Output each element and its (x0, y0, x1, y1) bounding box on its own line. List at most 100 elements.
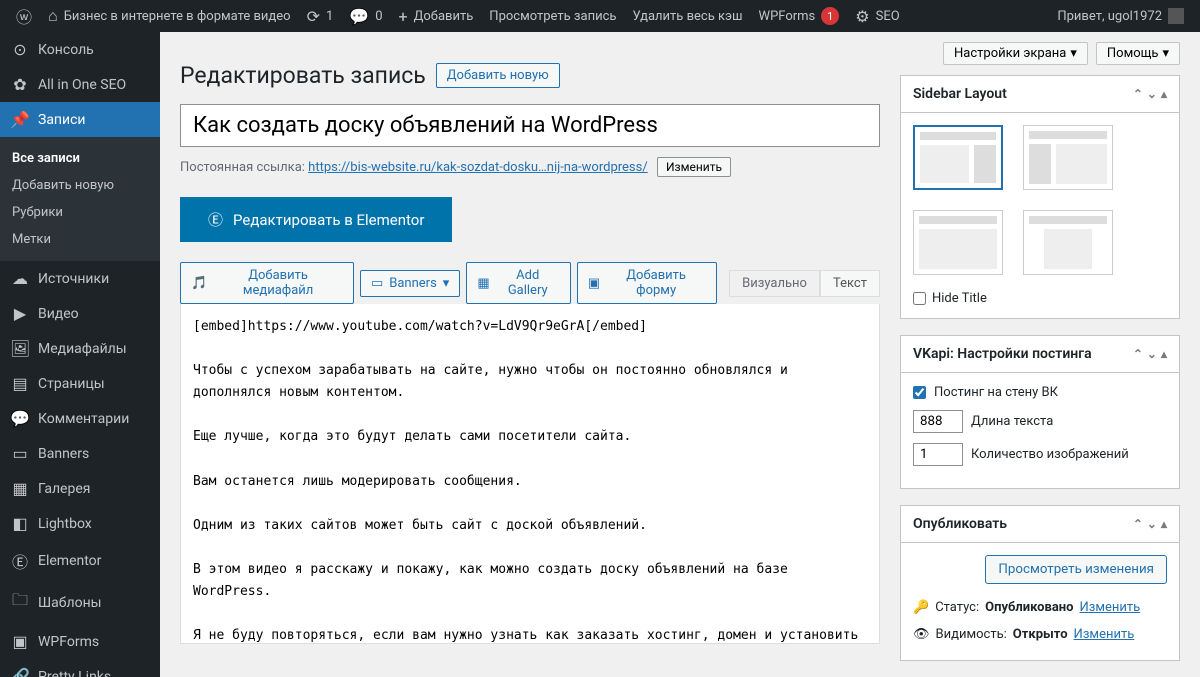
sidebar-item-comments[interactable]: 💬Комментарии (0, 401, 160, 436)
comment-icon: 💬 (10, 409, 30, 428)
sidebar-item-gallery[interactable]: ▦Галерея (0, 471, 160, 506)
site-name: Бизнес в интернете в формате видео (64, 9, 291, 24)
publish-metabox: Опубликовать ⌃ ⌄ ▴ Просмотреть изменения 🔑… (900, 505, 1180, 661)
admin-sidebar: ⊙Консоль ✿All in One SEO 📌Записи Все зап… (0, 32, 160, 677)
help-button[interactable]: Помощь▾ (1096, 42, 1180, 65)
chevron-down-icon[interactable]: ⌄ (1147, 347, 1157, 361)
comments-count[interactable]: 💬0 (341, 0, 390, 32)
add-media-button[interactable]: 🎵Добавить медиафайл (180, 262, 354, 304)
submenu-all-posts[interactable]: Все записи (0, 145, 160, 172)
sidebar-item-pages[interactable]: ▤Страницы (0, 366, 160, 401)
user-greeting[interactable]: Привет, ugol1972 (1049, 0, 1192, 32)
collapse-icon[interactable]: ▴ (1161, 347, 1167, 361)
sidebar-item-pretty-links[interactable]: 🔗Pretty Links (0, 659, 160, 677)
key-icon: 🔑 (913, 600, 929, 615)
chevron-up-icon[interactable]: ⌃ (1133, 517, 1143, 531)
pin-icon: 📌 (10, 110, 30, 129)
edit-visibility-link[interactable]: Изменить (1074, 627, 1135, 642)
sidebar-item-posts[interactable]: 📌Записи (0, 102, 160, 137)
clear-cache[interactable]: Удалить весь кэш (624, 0, 750, 32)
hide-title-checkbox[interactable] (913, 292, 926, 305)
text-length-input[interactable] (913, 410, 963, 433)
sidebar-item-media[interactable]: 🖼Медиафайлы (0, 331, 160, 366)
add-form-button[interactable]: ▣Добавить форму (577, 262, 717, 304)
metabox-title: VKapi: Настройки постинга (913, 346, 1092, 362)
sidebar-item-templates[interactable]: 🗀Шаблоны (0, 581, 160, 624)
banner-icon: ▭ (10, 444, 30, 463)
admin-topbar: ⓦ ⌂Бизнес в интернете в формате видео ⟳1… (0, 0, 1200, 32)
tab-visual[interactable]: Визуально (729, 270, 820, 296)
seo-menu[interactable]: ⚙SEO (847, 0, 907, 32)
elementor-logo-icon: Ⓔ (208, 209, 223, 230)
eye-icon: 👁 (913, 627, 930, 642)
wpforms-menu[interactable]: WPForms1 (751, 0, 848, 32)
sidebar-item-sources[interactable]: ☁Источники (0, 261, 160, 296)
tab-text[interactable]: Текст (820, 270, 880, 296)
view-post[interactable]: Просмотреть запись (481, 0, 624, 32)
chevron-down-icon: ▾ (1070, 46, 1077, 61)
chevron-up-icon[interactable]: ⌃ (1133, 87, 1143, 101)
permalink-row: Постоянная ссылка: https://bis-website.r… (180, 157, 880, 177)
layout-sidebar-left[interactable] (1023, 125, 1113, 190)
template-icon: 🗀 (10, 589, 30, 616)
preview-changes-button[interactable]: Просмотреть изменения (985, 555, 1167, 584)
media-icon: 🖼 (10, 339, 30, 358)
layout-sidebar-right[interactable] (913, 125, 1003, 190)
wp-logo[interactable]: ⓦ (8, 0, 40, 32)
submenu-add-new[interactable]: Добавить новую (0, 172, 160, 199)
add-new-button[interactable]: Добавить новую (436, 63, 560, 88)
editor-toolbar: 🎵Добавить медиафайл ▭Banners▾ ▦Add Galle… (180, 262, 880, 304)
metabox-title: Опубликовать (913, 516, 1007, 532)
sidebar-item-console[interactable]: ⊙Консоль (0, 32, 160, 67)
sidebar-item-banners[interactable]: ▭Banners (0, 436, 160, 471)
lightbox-icon: ◧ (10, 514, 30, 533)
chevron-down-icon[interactable]: ⌄ (1147, 87, 1157, 101)
media-icon: 🎵 (191, 276, 207, 291)
seo-icon: ✿ (10, 75, 30, 94)
page-icon: ▤ (10, 374, 30, 393)
link-icon: 🔗 (10, 667, 30, 677)
banner-icon: ▭ (371, 276, 383, 291)
sidebar-layout-metabox: Sidebar Layout ⌃ ⌄ ▴ Hide Title (900, 75, 1180, 319)
edit-status-link[interactable]: Изменить (1080, 600, 1141, 615)
banners-button[interactable]: ▭Banners▾ (360, 270, 460, 297)
chevron-down-icon[interactable]: ⌄ (1147, 517, 1157, 531)
sidebar-item-lightbox[interactable]: ◧Lightbox (0, 506, 160, 541)
dashboard-icon: ⊙ (10, 40, 30, 59)
edit-permalink-button[interactable]: Изменить (657, 157, 731, 177)
submenu-categories[interactable]: Рубрики (0, 199, 160, 226)
post-title-input[interactable] (180, 104, 880, 147)
add-gallery-button[interactable]: ▦Add Gallery (466, 262, 571, 304)
sidebar-item-video[interactable]: ▶Видео (0, 296, 160, 331)
video-icon: ▶ (10, 304, 30, 323)
sidebar-item-aioseo[interactable]: ✿All in One SEO (0, 67, 160, 102)
form-icon: ▣ (588, 276, 600, 291)
avatar (1168, 8, 1184, 24)
post-content-editor[interactable] (180, 304, 880, 644)
image-count-input[interactable] (913, 443, 963, 466)
cloud-icon: ☁ (10, 269, 30, 288)
updates[interactable]: ⟳1 (299, 0, 342, 32)
sidebar-item-elementor[interactable]: ⒺElementor (0, 541, 160, 581)
site-home[interactable]: ⌂Бизнес в интернете в формате видео (40, 0, 299, 32)
gallery-icon: ▦ (10, 479, 30, 498)
permalink-url[interactable]: https://bis-website.ru/kak-sozdat-dosku…… (308, 160, 648, 175)
layout-no-sidebar[interactable] (913, 210, 1003, 275)
chevron-up-icon[interactable]: ⌃ (1133, 347, 1143, 361)
vk-wall-checkbox[interactable] (913, 386, 926, 399)
vkapi-metabox: VKapi: Настройки постинга ⌃⌄▴ Постинг на… (900, 335, 1180, 489)
gallery-icon: ▦ (477, 276, 489, 291)
form-icon: ▣ (10, 632, 30, 651)
collapse-icon[interactable]: ▴ (1161, 517, 1167, 531)
add-new[interactable]: +Добавить (391, 0, 482, 32)
layout-full-width[interactable] (1023, 210, 1113, 275)
metabox-title: Sidebar Layout (913, 86, 1007, 102)
submenu-tags[interactable]: Метки (0, 226, 160, 253)
collapse-icon[interactable]: ▴ (1161, 87, 1167, 101)
chevron-down-icon: ▾ (443, 276, 450, 291)
screen-options-button[interactable]: Настройки экрана▾ (943, 42, 1088, 65)
sidebar-item-wpforms[interactable]: ▣WPForms (0, 624, 160, 659)
elementor-icon: Ⓔ (10, 549, 30, 573)
edit-elementor-button[interactable]: Ⓔ Редактировать в Elementor (180, 197, 452, 242)
hide-title-label[interactable]: Hide Title (913, 291, 1167, 306)
